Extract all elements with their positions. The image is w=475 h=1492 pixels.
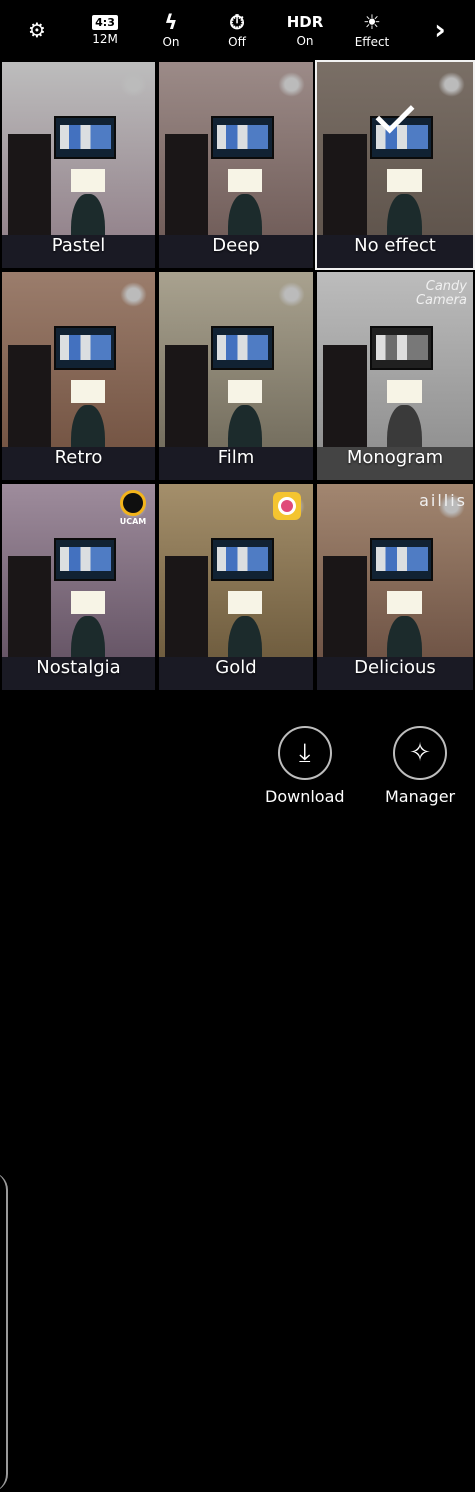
camera-settings-bar: ⚙ 4:3 12M ϟ On ⏱ Off HDR On ☀ Effect › — [0, 0, 475, 60]
flash-value: On — [162, 35, 180, 49]
effect-tile-pastel[interactable]: Pastel — [0, 60, 157, 270]
effect-tile-deep[interactable]: Deep — [157, 60, 315, 270]
effect-label: Retro — [54, 447, 103, 468]
effect-label: Gold — [215, 657, 257, 678]
effect-tile-gold[interactable]: Gold — [157, 482, 315, 692]
settings-button[interactable]: ⚙ — [14, 0, 60, 60]
effect-icon: ☀ — [363, 10, 381, 34]
flash-icon: ϟ — [164, 10, 178, 34]
candy-camera-brand: Candy Camera — [415, 279, 467, 308]
timer-button[interactable]: ⏱ Off — [214, 0, 260, 60]
effect-label: No effect — [354, 235, 436, 256]
picture-size-value: 12M — [92, 31, 118, 46]
timer-icon: ⏱ — [229, 10, 245, 34]
effect-button[interactable]: ☀ Effect — [346, 0, 398, 60]
effects-grid: Pastel Deep No effect Retro Film Candy C… — [0, 60, 475, 692]
ucam-logo-icon: UCAM — [117, 490, 149, 528]
effect-tile-nostalgia[interactable]: UCAM Nostalgia — [0, 482, 157, 692]
hdr-value: On — [296, 34, 314, 48]
effects-action-bar: ⤓ Download ✧ Manager — [0, 692, 475, 1492]
timer-value: Off — [228, 35, 246, 49]
effect-label: Pastel — [51, 235, 106, 256]
panel-edge — [0, 1172, 8, 1492]
hdr-button[interactable]: HDR On — [280, 0, 330, 60]
magic-wand-icon: ✧ — [393, 726, 448, 780]
effect-label: Delicious — [354, 657, 436, 678]
download-button[interactable]: ⤓ Download — [265, 726, 345, 806]
next-button[interactable]: › — [420, 0, 460, 60]
download-icon: ⤓ — [277, 726, 332, 780]
candy-camera-app-icon — [273, 492, 301, 520]
chevron-right-icon: › — [434, 13, 446, 46]
effect-label: Monogram — [346, 447, 444, 468]
manager-button[interactable]: ✧ Manager — [385, 726, 455, 806]
aspect-ratio-badge: 4:3 — [92, 14, 118, 30]
manager-label: Manager — [385, 787, 456, 806]
effect-tile-no-effect[interactable]: No effect — [315, 60, 475, 270]
effect-label: Effect — [354, 35, 390, 49]
gear-icon: ⚙ — [28, 18, 46, 42]
aillis-brand: aillis — [419, 491, 467, 510]
flash-button[interactable]: ϟ On — [148, 0, 194, 60]
effect-tile-retro[interactable]: Retro — [0, 270, 157, 482]
effect-label: Deep — [212, 235, 260, 256]
effect-tile-film[interactable]: Film — [157, 270, 315, 482]
effect-tile-delicious[interactable]: aillis Delicious — [315, 482, 475, 692]
download-label: Download — [265, 787, 345, 806]
effect-label: Nostalgia — [36, 657, 121, 678]
effect-tile-monogram[interactable]: Candy Camera Monogram — [315, 270, 475, 482]
picture-size-button[interactable]: 4:3 12M — [82, 0, 128, 60]
hdr-label: HDR — [286, 13, 324, 31]
effect-label: Film — [217, 447, 255, 468]
